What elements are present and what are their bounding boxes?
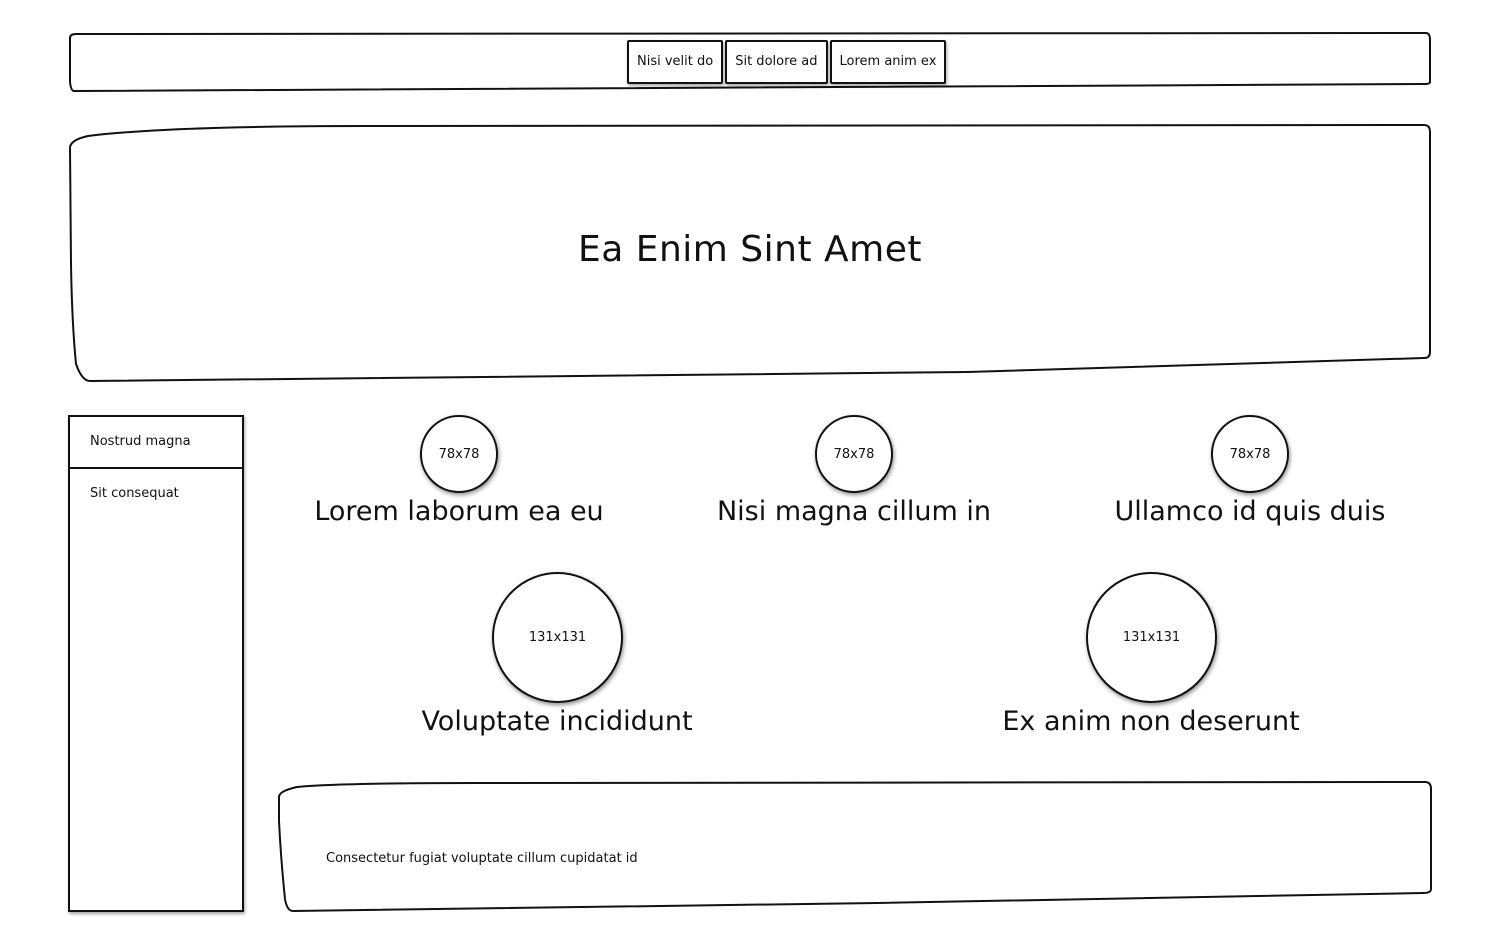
image-size-label: 78x78 (833, 446, 875, 462)
wireframe-page: Nisi velit do Sit dolore ad Lorem anim e… (0, 0, 1500, 945)
nav-button-3[interactable]: Lorem anim ex (829, 40, 947, 84)
image-size-label: 131x131 (1122, 630, 1181, 645)
sidebar-item-nostrud-magna[interactable]: Nostrud magna (70, 417, 242, 469)
nav-button-1[interactable]: Nisi velit do (627, 40, 724, 84)
feature-title: Ullamco id quis duis (1114, 496, 1386, 527)
nav-button-group: Nisi velit do Sit dolore ad Lorem anim e… (627, 40, 947, 84)
feature-image-placeholder: 78x78 (1211, 415, 1289, 493)
feature-image-placeholder: 78x78 (815, 415, 893, 493)
nav-button-2[interactable]: Sit dolore ad (725, 40, 828, 84)
feature-title: Lorem laborum ea eu (314, 496, 604, 527)
sidebar-item-sit-consequat[interactable]: Sit consequat (70, 469, 242, 519)
image-size-label: 131x131 (528, 630, 587, 645)
feature-image-placeholder: 131x131 (1086, 572, 1217, 703)
feature-title: Nisi magna cillum in (716, 496, 992, 527)
hero-title: Ea Enim Sint Amet (577, 229, 922, 270)
sidebar: Nostrud magna Sit consequat (68, 415, 244, 912)
feature-image-placeholder: 131x131 (492, 572, 623, 703)
feature-title: Voluptate incididunt (421, 706, 693, 737)
feature-image-placeholder: 78x78 (420, 415, 498, 493)
footer-text-box (278, 781, 1432, 912)
footer-text: Consectetur fugiat voluptate cillum cupi… (326, 851, 638, 866)
image-size-label: 78x78 (438, 446, 480, 462)
image-size-label: 78x78 (1229, 446, 1271, 462)
feature-title: Ex anim non deserunt (1002, 706, 1300, 737)
